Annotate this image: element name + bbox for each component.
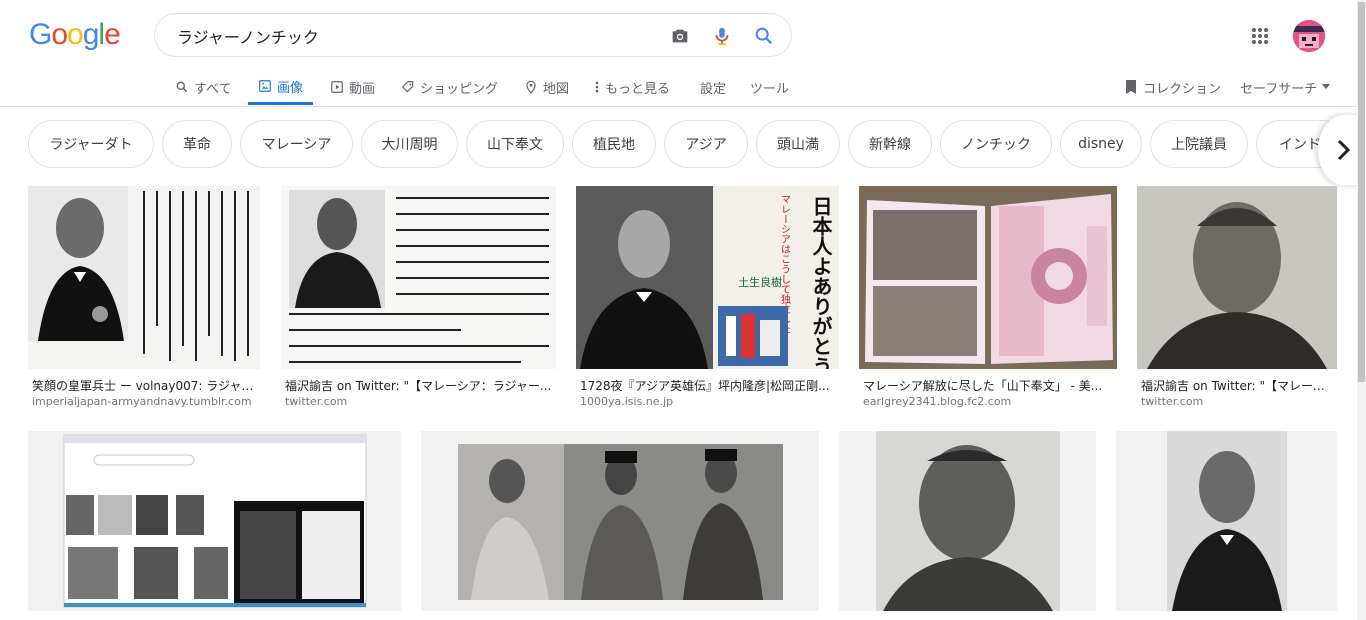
- tab-all[interactable]: すべて: [175, 70, 232, 104]
- image-result[interactable]: マレーシア解放に尽した「山下奉文」 - 美... earlgrey2341.bl…: [859, 186, 1117, 411]
- book-title: 日本人よありがとう: [809, 196, 833, 369]
- camera-icon[interactable]: [669, 25, 691, 47]
- result-title[interactable]: 福沢諭吉 on Twitter: "【マレーシア：ラジャー...: [285, 377, 553, 394]
- collections-link[interactable]: コレクション: [1124, 70, 1221, 104]
- tab-images[interactable]: 画像: [248, 70, 314, 105]
- chip[interactable]: マレーシア: [240, 120, 353, 168]
- scrollbar-thumb[interactable]: [1358, 2, 1365, 382]
- google-logo[interactable]: Google: [29, 18, 121, 52]
- search-input[interactable]: [175, 22, 659, 50]
- caret-down-icon: [1322, 84, 1331, 89]
- safesearch-dropdown[interactable]: セーフサーチ: [1240, 70, 1331, 104]
- result-thumbnail[interactable]: [859, 186, 1117, 369]
- search-box[interactable]: [154, 13, 792, 57]
- result-thumbnail[interactable]: [28, 431, 401, 611]
- account-avatar[interactable]: [1293, 20, 1325, 52]
- chip[interactable]: disney: [1060, 120, 1142, 168]
- tab-shopping[interactable]: ショッピング: [401, 70, 498, 104]
- image-result[interactable]: 日本人よありがとう マレーシアはこうして独立した 土生良樹 1728夜『アジア英…: [576, 186, 839, 411]
- chip[interactable]: 頭山満: [756, 120, 840, 168]
- result-title[interactable]: マレーシア解放に尽した「山下奉文」 - 美...: [863, 377, 1115, 394]
- chip[interactable]: 革命: [162, 120, 232, 168]
- result-source[interactable]: 1000ya.isis.ne.jp: [580, 395, 673, 408]
- video-icon: [331, 81, 343, 93]
- result-thumbnail[interactable]: [421, 431, 819, 611]
- more-vert-icon: [595, 81, 599, 93]
- chip[interactable]: 山下奉文: [466, 120, 564, 168]
- result-thumbnail[interactable]: 日本人よありがとう マレーシアはこうして独立した 土生良樹: [576, 186, 839, 369]
- chip[interactable]: ラジャーダト: [28, 120, 154, 168]
- result-thumbnail[interactable]: [1137, 186, 1337, 369]
- result-title[interactable]: 笑顔の皇軍兵士 ー volnay007: ラジャー...: [32, 377, 258, 394]
- chip[interactable]: ノンチック: [940, 120, 1052, 168]
- apps-grid-icon[interactable]: [1250, 26, 1270, 46]
- result-thumbnail[interactable]: [281, 186, 556, 369]
- result-source[interactable]: twitter.com: [285, 395, 347, 408]
- image-result[interactable]: [1116, 431, 1337, 611]
- tab-tools[interactable]: ツール: [750, 70, 789, 104]
- chip[interactable]: 上院議員: [1150, 120, 1248, 168]
- search-icon: [176, 81, 188, 93]
- bookmark-icon: [1126, 80, 1136, 94]
- image-icon: [259, 80, 271, 92]
- result-source[interactable]: earlgrey2341.blog.fc2.com: [863, 395, 1011, 408]
- image-result[interactable]: 福沢諭吉 on Twitter: "【マレーシ... twitter.com: [1137, 186, 1337, 411]
- chevron-right-icon: [1337, 139, 1351, 161]
- result-title[interactable]: 1728夜『アジア英雄伝』坪内隆彦|松岡正剛...: [580, 377, 836, 394]
- chip[interactable]: 新幹線: [848, 120, 932, 168]
- image-result[interactable]: 笑顔の皇軍兵士 ー volnay007: ラジャー... imperialjap…: [28, 186, 260, 411]
- microphone-icon[interactable]: [711, 25, 733, 47]
- search-tabs: すべて 画像 動画 ショッピング 地図 もっと見る 設定 ツール コレクション: [0, 70, 1366, 106]
- image-result[interactable]: [421, 431, 819, 611]
- chip[interactable]: 植民地: [572, 120, 656, 168]
- book-author: 土生良樹: [738, 275, 782, 289]
- result-thumbnail[interactable]: [839, 431, 1096, 611]
- result-source[interactable]: twitter.com: [1141, 395, 1203, 408]
- tag-icon: [401, 81, 414, 93]
- chip[interactable]: 大川周明: [361, 120, 458, 168]
- tab-more[interactable]: もっと見る: [594, 70, 670, 104]
- tab-settings[interactable]: 設定: [700, 70, 726, 104]
- image-result[interactable]: 福沢諭吉 on Twitter: "【マレーシア：ラジャー... twitter…: [281, 186, 556, 411]
- header: Google すべて 画像 動画: [0, 0, 1366, 107]
- result-title[interactable]: 福沢諭吉 on Twitter: "【マレーシ...: [1141, 377, 1335, 394]
- tab-videos[interactable]: 動画: [330, 70, 375, 104]
- tab-maps[interactable]: 地図: [524, 70, 569, 104]
- result-source[interactable]: imperialjapan-armyandnavy.tumblr.com: [32, 395, 252, 408]
- image-result[interactable]: [839, 431, 1096, 611]
- related-chips: ラジャーダト 革命 マレーシア 大川周明 山下奉文 植民地 アジア 頭山満 新幹…: [0, 120, 1366, 170]
- image-result[interactable]: [28, 431, 401, 611]
- result-thumbnail[interactable]: [1116, 431, 1337, 611]
- map-pin-icon: [526, 80, 536, 94]
- chip[interactable]: アジア: [664, 120, 748, 168]
- page-scrollbar[interactable]: [1357, 0, 1366, 620]
- search-icon[interactable]: [753, 25, 775, 47]
- result-thumbnail[interactable]: [28, 186, 260, 369]
